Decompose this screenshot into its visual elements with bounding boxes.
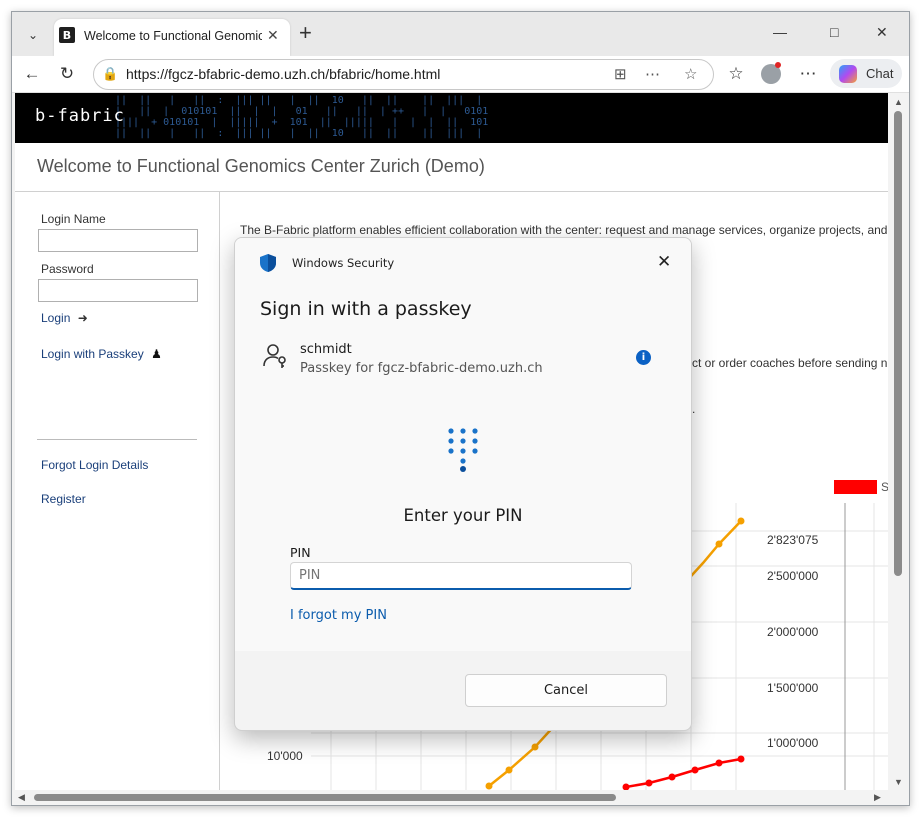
maximize-icon[interactable]: □ <box>830 24 838 40</box>
partial-text-1: ct or order coaches before sending n <box>692 356 888 370</box>
login-link[interactable]: Login ➜ <box>41 311 88 325</box>
chat-label: Chat <box>866 66 894 81</box>
address-bar[interactable]: 🔒 https://fgcz-bfabric-demo.uzh.ch/bfabr… <box>93 59 714 90</box>
passkey-user-icon <box>263 344 286 368</box>
tab-close-icon[interactable]: ✕ <box>267 27 279 44</box>
site-favicon-icon: B <box>59 27 75 43</box>
pin-label: PIN <box>290 545 311 560</box>
header-pattern-2: | || | 010101 || | | 01 || || | ++ | | 0… <box>115 106 489 117</box>
account-name: schmidt <box>300 342 352 357</box>
login-name-field[interactable] <box>38 229 198 252</box>
windows-security-dialog: Windows Security ✕ Sign in with a passke… <box>234 237 692 731</box>
shield-icon <box>260 254 276 272</box>
tab-title: Welcome to Functional Genomics <box>84 29 262 43</box>
notification-dot <box>775 62 781 68</box>
horizontal-scrollbar[interactable]: ◀ ▶ <box>12 790 909 805</box>
forgot-login-link[interactable]: Forgot Login Details <box>41 458 148 472</box>
dialog-body: Windows Security ✕ Sign in with a passke… <box>235 238 691 651</box>
close-window-icon[interactable]: ✕ <box>876 24 888 41</box>
pin-heading: Enter your PIN <box>403 506 523 525</box>
login-link-label: Login <box>41 311 71 325</box>
header-pattern-4: || || | || : ||| || | || 10 || || || |||… <box>115 128 483 139</box>
tab-active[interactable]: B Welcome to Functional Genomics ✕ <box>54 19 290 56</box>
header-pattern-3: |||| + 010101 | ||||| + 101 || ||||| | |… <box>115 117 489 128</box>
scroll-up-icon[interactable]: ▲ <box>894 97 903 107</box>
close-icon[interactable]: ✕ <box>657 252 671 272</box>
scroll-right-icon[interactable]: ▶ <box>874 792 881 803</box>
settings-more-icon[interactable]: ⋯ <box>797 63 819 85</box>
copilot-chat-button[interactable]: Chat <box>830 59 902 88</box>
tab-strip: ⌄ B Welcome to Functional Genomics ✕ + —… <box>12 12 909 56</box>
legend-swatch <box>834 480 877 494</box>
intro-text: The B-Fabric platform enables efficient … <box>240 223 888 237</box>
header-pattern-1: || || | || : ||| || | || 10 || || || |||… <box>115 95 483 106</box>
more-tools-icon[interactable]: ⋯ <box>645 65 660 83</box>
copilot-icon <box>839 65 857 83</box>
scroll-down-icon[interactable]: ▼ <box>894 777 903 787</box>
site-logo[interactable]: b-fabric <box>35 106 125 126</box>
dialog-heading: Sign in with a passkey <box>260 298 472 320</box>
password-label: Password <box>41 262 94 276</box>
sign-in-icon: ➜ <box>77 311 88 325</box>
favorite-star-icon[interactable]: ☆ <box>684 65 697 83</box>
password-field[interactable] <box>38 279 198 302</box>
scroll-left-icon[interactable]: ◀ <box>18 792 25 803</box>
pin-input[interactable] <box>290 562 632 590</box>
passkey-login-link[interactable]: Login with Passkey ♟ <box>41 347 162 361</box>
favorites-icon[interactable]: ☆ <box>725 63 747 85</box>
login-sidebar: Login Name Password Login ➜ Login with P… <box>15 191 220 790</box>
back-icon[interactable]: ← <box>21 63 43 85</box>
dialog-app-name: Windows Security <box>292 256 395 270</box>
horizontal-scroll-thumb[interactable] <box>34 794 616 801</box>
legend-label: S <box>881 480 888 494</box>
forgot-pin-link[interactable]: I forgot my PIN <box>290 608 387 623</box>
vertical-scrollbar[interactable]: ▲ ▼ <box>888 93 909 790</box>
user-key-icon: ♟ <box>151 347 162 361</box>
partial-text-2: . <box>692 402 696 416</box>
app-available-icon[interactable]: ⊞ <box>614 65 627 83</box>
login-name-label: Login Name <box>41 212 106 226</box>
register-link[interactable]: Register <box>41 492 86 506</box>
site-header: || || | || : ||| || | || 10 || || || |||… <box>15 93 888 143</box>
vertical-scroll-thumb[interactable] <box>894 111 902 576</box>
info-icon[interactable]: i <box>636 350 651 365</box>
cancel-button[interactable]: Cancel <box>465 674 667 707</box>
page-title: Welcome to Functional Genomics Center Zu… <box>37 156 485 176</box>
y-tick-label: 10'000 <box>267 749 303 763</box>
tab-actions-menu-icon[interactable]: ⌄ <box>20 23 46 47</box>
page-title-bar: Welcome to Functional Genomics Center Zu… <box>15 143 888 192</box>
refresh-icon[interactable]: ↻ <box>56 63 78 85</box>
minimize-icon[interactable]: — <box>773 24 787 40</box>
series-red-line <box>625 757 742 789</box>
browser-toolbar: ← ↻ 🔒 https://fgcz-bfabric-demo.uzh.ch/b… <box>12 56 909 93</box>
new-tab-icon[interactable]: + <box>299 22 312 44</box>
pin-keypad-icon <box>448 428 478 472</box>
passkey-link-label: Login with Passkey <box>41 347 144 361</box>
sidebar-divider <box>37 439 197 440</box>
url-text[interactable]: https://fgcz-bfabric-demo.uzh.ch/bfabric… <box>126 66 440 82</box>
lock-icon[interactable]: 🔒 <box>102 66 118 82</box>
account-description: Passkey for fgcz-bfabric-demo.uzh.ch <box>300 361 543 376</box>
